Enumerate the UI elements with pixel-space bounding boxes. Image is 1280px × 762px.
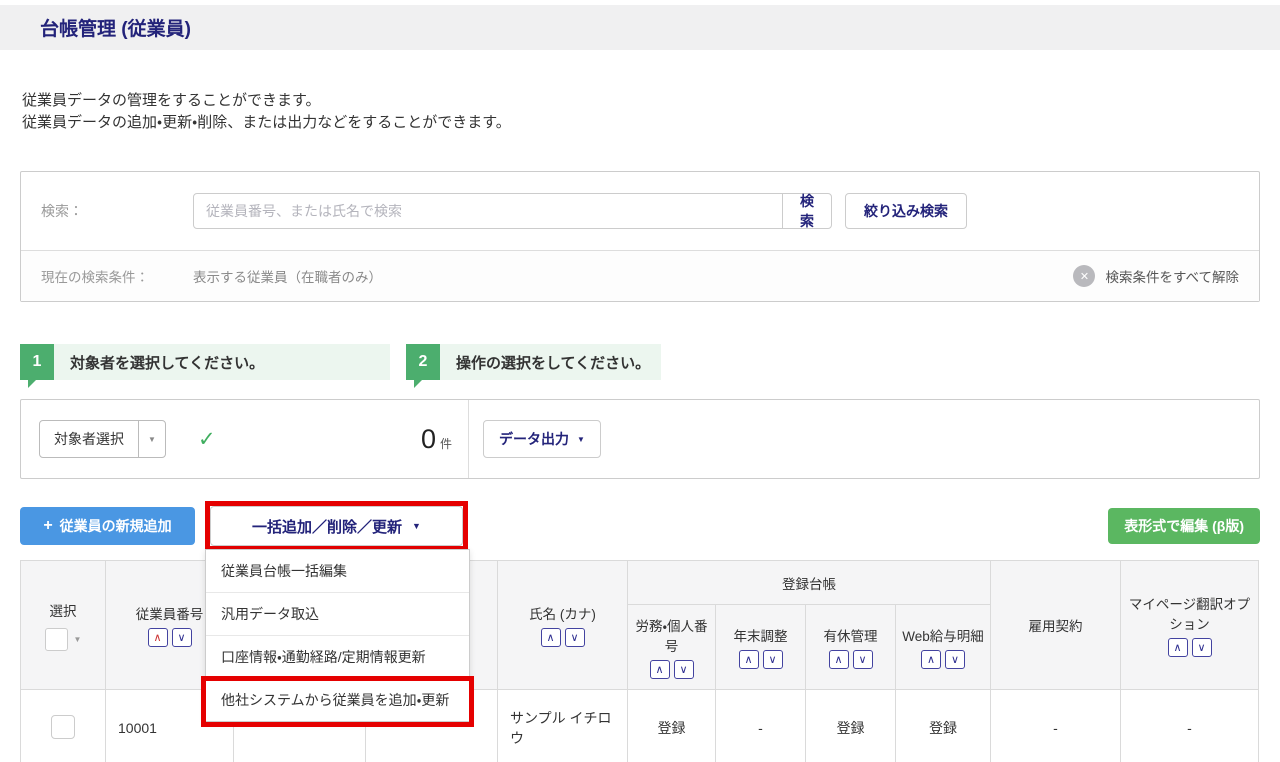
chevron-down-icon[interactable]: ▼ bbox=[74, 635, 82, 644]
add-employee-label: 従業員の新規追加 bbox=[60, 516, 172, 536]
col-header-leave-management: 有休管理 ∧ ∨ bbox=[806, 605, 896, 690]
sort-asc-button[interactable]: ∧ bbox=[541, 628, 561, 647]
sort-asc-button[interactable]: ∧ bbox=[650, 660, 670, 679]
col-header-name-kana: 氏名 (カナ) ∧ ∨ bbox=[498, 561, 628, 690]
selected-count-value: 0 bbox=[421, 424, 436, 455]
bulk-actions-label: 一括追加／削除／更新 bbox=[252, 516, 402, 537]
menu-item-bulk-edit-ledger[interactable]: 従業員台帳一括編集 bbox=[206, 550, 469, 593]
sort-desc-button[interactable]: ∨ bbox=[853, 650, 873, 669]
web-payslip-header-label: Web給与明細 bbox=[898, 625, 988, 645]
chevron-down-icon: ▼ bbox=[577, 435, 585, 444]
check-icon: ✓ bbox=[198, 427, 216, 452]
name-kana-header-label: 氏名 (カナ) bbox=[500, 603, 625, 623]
row-labor-personal-number: 登録 bbox=[628, 690, 716, 762]
labor-personal-number-header-label: 労務・個人番号 bbox=[630, 615, 713, 655]
col-header-year-end-adjustment: 年末調整 ∧ ∨ bbox=[716, 605, 806, 690]
page-header: 台帳管理 (従業員) bbox=[0, 5, 1280, 50]
condition-value: 表示する従業員（在職者のみ） bbox=[193, 266, 382, 286]
data-export-label: データ出力 bbox=[499, 429, 569, 449]
annotation-red-box: 一括追加／削除／更新 ▼ 従業員台帳一括編集 汎用データ取込 口座情報・通勤経路… bbox=[205, 501, 468, 551]
menu-item-bank-commute-update[interactable]: 口座情報・通勤経路/定期情報更新 bbox=[206, 636, 469, 679]
sort-asc-button[interactable]: ∧ bbox=[1168, 638, 1188, 657]
sheet-edit-beta-button[interactable]: 表形式で編集 (β版) bbox=[1108, 508, 1260, 544]
selected-count: 0 件 bbox=[421, 424, 452, 455]
sort-desc-button[interactable]: ∨ bbox=[565, 628, 585, 647]
sort-desc-button[interactable]: ∨ bbox=[945, 650, 965, 669]
sort-desc-button[interactable]: ∨ bbox=[1192, 638, 1212, 657]
filter-search-button[interactable]: 絞り込み検索 bbox=[845, 193, 967, 229]
row-year-end-adjustment: - bbox=[716, 690, 806, 762]
plus-icon: + bbox=[43, 517, 52, 535]
step-headers: 1 対象者を選択してください。 2 操作の選択をしてください。 bbox=[20, 344, 1260, 380]
step-2-badge: 2 bbox=[406, 344, 440, 380]
sort-desc-button[interactable]: ∨ bbox=[172, 628, 192, 647]
target-select-label[interactable]: 対象者選択 bbox=[40, 421, 138, 457]
row-mypage-translation: - bbox=[1121, 690, 1259, 762]
target-select-dropdown[interactable]: 対象者選択 ▼ bbox=[39, 420, 166, 458]
sort-asc-button[interactable]: ∧ bbox=[739, 650, 759, 669]
step-2-label: 操作の選択をしてください。 bbox=[456, 352, 650, 373]
search-condition-row: 現在の検索条件： 表示する従業員（在職者のみ） ✕ 検索条件をすべて解除 bbox=[21, 250, 1259, 301]
condition-label: 現在の検索条件： bbox=[41, 266, 193, 286]
clear-all-conditions-button[interactable]: ✕ 検索条件をすべて解除 bbox=[1073, 265, 1239, 287]
mypage-translation-header-label: マイページ翻訳オプション bbox=[1123, 593, 1256, 633]
step-2-header: 2 操作の選択をしてください。 bbox=[406, 344, 661, 380]
row-leave-management: 登録 bbox=[806, 690, 896, 762]
select-all-checkbox[interactable] bbox=[45, 628, 68, 651]
sort-asc-button[interactable]: ∧ bbox=[921, 650, 941, 669]
add-employee-button[interactable]: + 従業員の新規追加 bbox=[20, 507, 195, 545]
description-line: 従業員データの管理をすることができます。 bbox=[22, 90, 1260, 112]
chevron-down-icon[interactable]: ▼ bbox=[138, 421, 165, 457]
search-row: 検索： 検索 絞り込み検索 bbox=[21, 172, 1259, 250]
col-header-mypage-translation: マイページ翻訳オプション ∧ ∨ bbox=[1121, 561, 1259, 690]
search-label: 検索： bbox=[41, 201, 193, 221]
selected-count-unit: 件 bbox=[440, 435, 452, 452]
select-header-label: 選択 bbox=[23, 600, 103, 620]
menu-item-add-from-external-system[interactable]: 他社システムから従業員を追加・更新 bbox=[206, 679, 469, 721]
step-1-badge: 1 bbox=[20, 344, 54, 380]
actions-row: + 従業員の新規追加 一括追加／削除／更新 ▼ 従業員台帳一括編集 汎用データ取… bbox=[20, 501, 1260, 551]
page-description: 従業員データの管理をすることができます。 従業員データの追加・更新・削除、または… bbox=[22, 90, 1260, 134]
description-line: 従業員データの追加・更新・削除、または出力などをすることができます。 bbox=[22, 112, 1260, 134]
search-panel: 検索： 検索 絞り込み検索 現在の検索条件： 表示する従業員（在職者のみ） ✕ … bbox=[20, 171, 1260, 302]
search-input[interactable] bbox=[193, 193, 783, 229]
row-name-kana: サンプル イチロウ bbox=[498, 690, 628, 762]
menu-item-generic-data-import[interactable]: 汎用データ取込 bbox=[206, 593, 469, 636]
sort-desc-button[interactable]: ∨ bbox=[763, 650, 783, 669]
sort-desc-button[interactable]: ∨ bbox=[674, 660, 694, 679]
col-header-employment-contract: 雇用契約 bbox=[991, 561, 1121, 690]
clear-circle-icon[interactable]: ✕ bbox=[1073, 265, 1095, 287]
selection-panel: 対象者選択 ▼ ✓ 0 件 データ出力 ▼ bbox=[20, 399, 1260, 479]
col-header-web-payslip: Web給与明細 ∧ ∨ bbox=[896, 605, 991, 690]
row-web-payslip: 登録 bbox=[896, 690, 991, 762]
row-employment-contract: - bbox=[991, 690, 1121, 762]
bulk-actions-dropdown-button[interactable]: 一括追加／削除／更新 ▼ bbox=[210, 506, 463, 546]
operation-selection-area: データ出力 ▼ bbox=[469, 420, 601, 458]
col-header-select: 選択 ▼ bbox=[21, 561, 106, 690]
row-checkbox[interactable] bbox=[51, 715, 75, 739]
clear-all-conditions-label: 検索条件をすべて解除 bbox=[1105, 266, 1239, 286]
leave-management-header-label: 有休管理 bbox=[808, 625, 893, 645]
page-title: 台帳管理 (従業員) bbox=[0, 14, 191, 41]
chevron-down-icon: ▼ bbox=[412, 521, 421, 531]
step-1-label: 対象者を選択してください。 bbox=[70, 352, 264, 373]
year-end-adjustment-header-label: 年末調整 bbox=[718, 625, 803, 645]
col-header-labor-personal-number: 労務・個人番号 ∧ ∨ bbox=[628, 605, 716, 690]
search-button[interactable]: 検索 bbox=[782, 193, 832, 229]
sort-asc-button[interactable]: ∧ bbox=[148, 628, 168, 647]
target-selection-area: 対象者選択 ▼ ✓ 0 件 bbox=[21, 400, 469, 478]
data-export-dropdown-button[interactable]: データ出力 ▼ bbox=[483, 420, 601, 458]
row-select-cell bbox=[21, 690, 106, 762]
sort-asc-button[interactable]: ∧ bbox=[829, 650, 849, 669]
step-1-header: 1 対象者を選択してください。 bbox=[20, 344, 390, 380]
bulk-actions-menu: 従業員台帳一括編集 汎用データ取込 口座情報・通勤経路/定期情報更新 他社システ… bbox=[205, 549, 470, 722]
col-group-registered-ledgers: 登録台帳 bbox=[628, 561, 991, 605]
